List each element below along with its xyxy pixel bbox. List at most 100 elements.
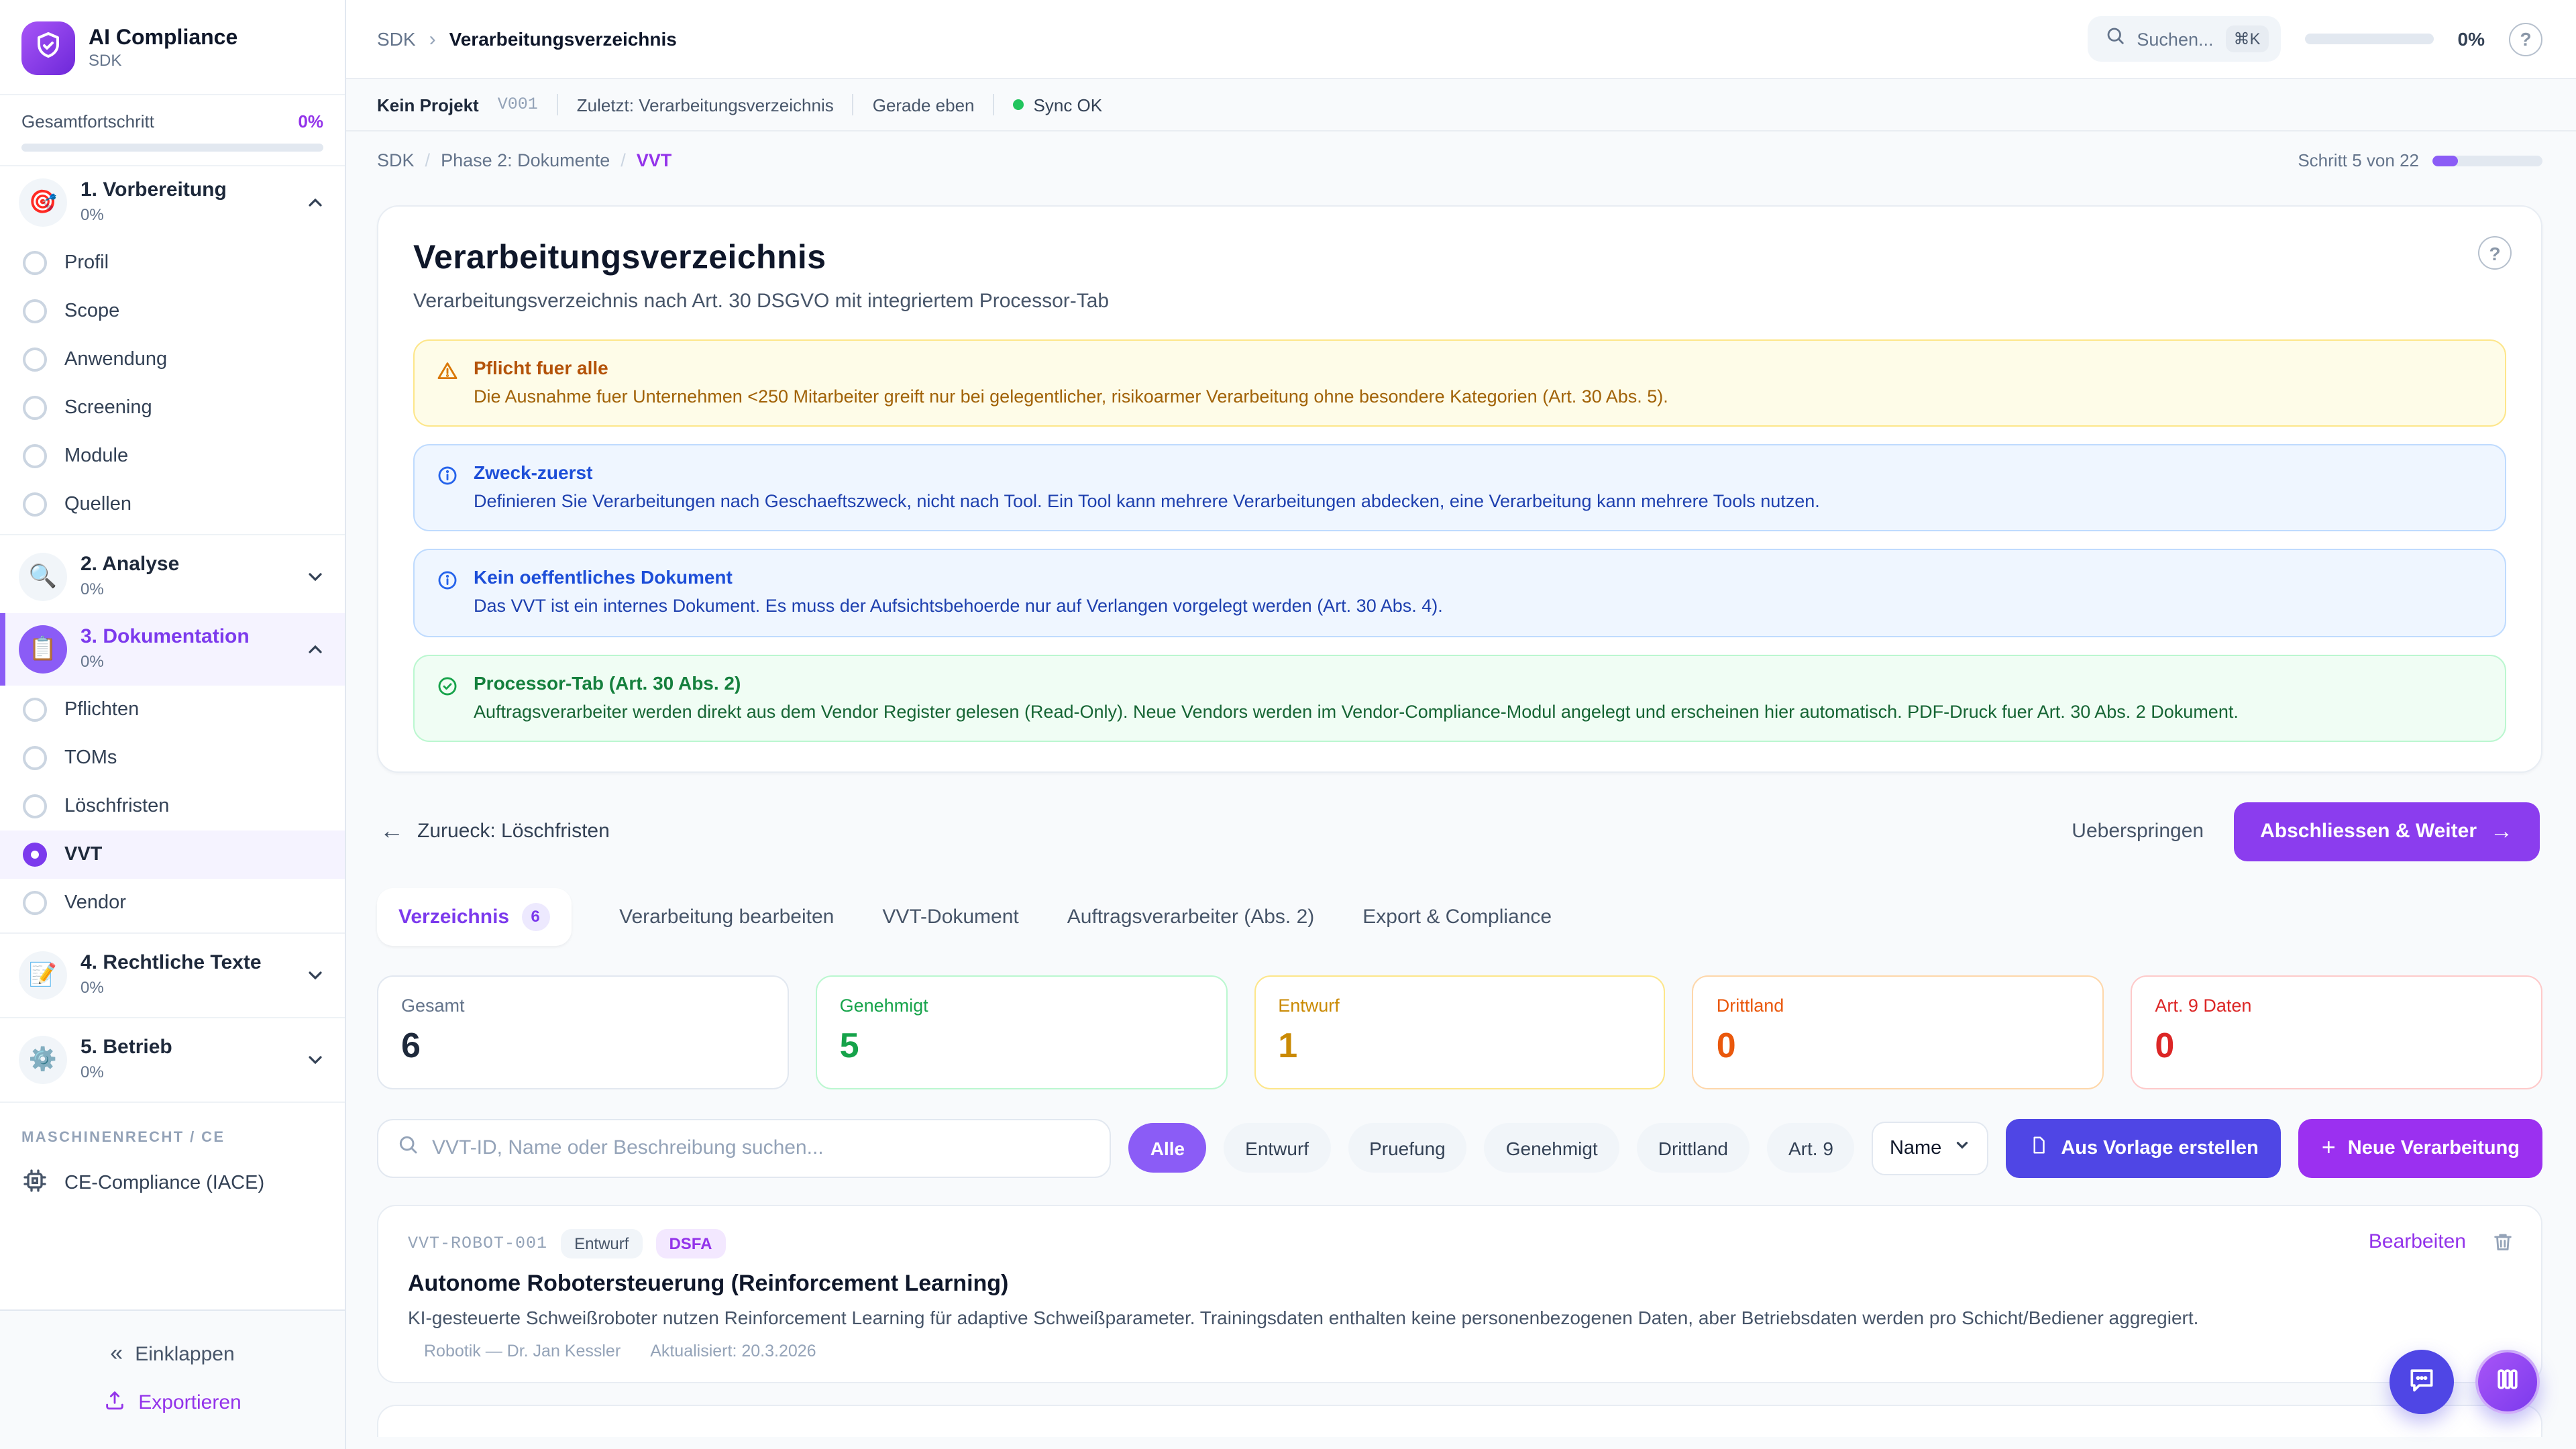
- create-from-template-button[interactable]: Aus Vorlage erstellen: [2006, 1119, 2281, 1178]
- help-icon[interactable]: ?: [2509, 22, 2542, 56]
- breadcrumb: SDK › Verarbeitungsverzeichnis: [377, 28, 677, 50]
- stat-card-genehmigt: Genehmigt 5: [816, 975, 1228, 1089]
- section-title: 5. Betrieb: [80, 1036, 172, 1060]
- sidebar-item-scope[interactable]: Scope: [0, 287, 345, 335]
- sidebar-item-pflichten[interactable]: Pflichten: [0, 686, 345, 734]
- sidebar-item-toms[interactable]: TOMs: [0, 734, 345, 782]
- board-view-fab-button[interactable]: [2475, 1350, 2540, 1414]
- sidebar: AI Compliance SDK Gesamtfortschritt 0% 🎯…: [0, 0, 346, 1449]
- alert-success: Processor-Tab (Art. 30 Abs. 2) Auftragsv…: [413, 654, 2506, 741]
- tab-export-compliance[interactable]: Export & Compliance: [1362, 890, 1552, 945]
- finish-next-button[interactable]: Abschliessen & Weiter →: [2233, 802, 2540, 861]
- upload-icon: [103, 1389, 126, 1417]
- sidebar-item-vvt[interactable]: VVT: [0, 830, 345, 879]
- collapse-icon: «: [110, 1340, 123, 1367]
- overall-progress-value: 0%: [298, 111, 323, 131]
- page-title: Verarbeitungsverzeichnis: [413, 239, 2506, 278]
- chevron-down-icon: [305, 965, 326, 986]
- step-counter: Schritt 5 von 22: [2298, 150, 2419, 170]
- sidebar-item-anwendung[interactable]: Anwendung: [0, 335, 345, 384]
- page-crumb-sdk[interactable]: SDK: [377, 150, 415, 170]
- sidebar-item-module[interactable]: Module: [0, 432, 345, 480]
- sidebar-item-quellen[interactable]: Quellen: [0, 480, 345, 529]
- tab-verzeichnis[interactable]: Verzeichnis 6: [377, 888, 571, 946]
- sidebar-section-rechtliche-texte[interactable]: 📝 4. Rechtliche Texte 0%: [0, 939, 345, 1012]
- sidebar-item-ce-compliance[interactable]: CE-Compliance (IACE): [0, 1154, 345, 1213]
- export-button[interactable]: Exportieren: [0, 1378, 345, 1428]
- edit-entry-button[interactable]: Bearbeiten: [2369, 1230, 2466, 1253]
- topbar-progress-bar: [2305, 34, 2434, 44]
- sync-status-dot: [1014, 99, 1024, 110]
- alert-title: Kein oeffentliches Dokument: [474, 567, 1443, 588]
- back-button[interactable]: ← Zurueck: Löschfristen: [380, 818, 610, 846]
- shield-check-icon: [32, 29, 64, 68]
- filter-chip-pruefung[interactable]: Pruefung: [1348, 1124, 1467, 1173]
- sidebar-item-label: Module: [64, 445, 128, 467]
- search-icon: [397, 1134, 419, 1163]
- tab-label: Verzeichnis: [398, 906, 509, 928]
- entry-status-badge: Entwurf: [561, 1229, 642, 1258]
- time-label: Gerade eben: [873, 95, 975, 115]
- stat-card-gesamt: Gesamt 6: [377, 975, 789, 1089]
- skip-button[interactable]: Ueberspringen: [2072, 820, 2204, 843]
- magnifier-icon: 🔍: [19, 553, 67, 601]
- sidebar-section-dokumentation[interactable]: 📋 3. Dokumentation 0%: [0, 613, 345, 686]
- chat-fab-button[interactable]: [2390, 1350, 2454, 1414]
- next-entry-card-partial: [377, 1405, 2542, 1437]
- tab-auftragsverarbeiter[interactable]: Auftragsverarbeiter (Abs. 2): [1067, 890, 1315, 945]
- divider: [0, 1102, 345, 1103]
- sidebar-item-label: Scope: [64, 301, 119, 322]
- memo-icon: 📝: [19, 951, 67, 1000]
- sidebar-item-vendor[interactable]: Vendor: [0, 879, 345, 927]
- overall-progress: Gesamtfortschritt 0%: [0, 95, 345, 166]
- sidebar-item-label: Quellen: [64, 494, 131, 515]
- overall-progress-label: Gesamtfortschritt: [21, 111, 154, 131]
- alert-warning: Pflicht fuer alle Die Ausnahme fuer Unte…: [413, 339, 2506, 427]
- sidebar-header: AI Compliance SDK: [0, 0, 345, 95]
- tab-verarbeitung-bearbeiten[interactable]: Verarbeitung bearbeiten: [619, 890, 834, 945]
- page-crumb-phase[interactable]: Phase 2: Dokumente: [441, 150, 610, 170]
- tab-vvt-dokument[interactable]: VVT-Dokument: [882, 890, 1018, 945]
- section-title: 4. Rechtliche Texte: [80, 951, 262, 975]
- sidebar-item-loeschfristen[interactable]: Löschfristen: [0, 782, 345, 830]
- help-icon[interactable]: ?: [2478, 236, 2512, 270]
- divider: [0, 1017, 345, 1018]
- back-label: Zurueck: Löschfristen: [417, 820, 610, 843]
- entry-title: Autonome Robotersteuerung (Reinforcement…: [408, 1271, 2512, 1297]
- stat-label: Gesamt: [401, 996, 765, 1016]
- trash-icon[interactable]: [2491, 1230, 2514, 1260]
- chevron-right-icon: ›: [429, 28, 436, 50]
- alert-body: Auftragsverarbeiter werden direkt aus de…: [474, 700, 2239, 724]
- filter-chip-genehmigt[interactable]: Genehmigt: [1485, 1124, 1619, 1173]
- radio-icon: [23, 794, 47, 818]
- filter-chip-entwurf[interactable]: Entwurf: [1224, 1124, 1330, 1173]
- stat-card-drittland: Drittland 0: [1693, 975, 2104, 1089]
- stat-value: 0: [2155, 1025, 2518, 1067]
- breadcrumb-app[interactable]: SDK: [377, 28, 416, 50]
- global-search-button[interactable]: Suchen... ⌘K: [2087, 16, 2280, 62]
- sidebar-item-screening[interactable]: Screening: [0, 384, 345, 432]
- app-window: AI Compliance SDK Gesamtfortschritt 0% 🎯…: [0, 0, 2576, 1449]
- filter-chip-art9[interactable]: Art. 9: [1767, 1124, 1855, 1173]
- sidebar-section-betrieb[interactable]: ⚙️ 5. Betrieb 0%: [0, 1024, 345, 1096]
- stat-label: Art. 9 Daten: [2155, 996, 2518, 1016]
- document-icon: [2029, 1136, 2049, 1161]
- sidebar-section-analyse[interactable]: 🔍 2. Analyse 0%: [0, 541, 345, 613]
- stat-card-entwurf: Entwurf 1: [1254, 975, 1666, 1089]
- sidebar-group-label: MASCHINENRECHT / CE: [0, 1108, 345, 1154]
- sort-select[interactable]: Name: [1872, 1122, 1988, 1175]
- collapse-sidebar-button[interactable]: « Einklappen: [0, 1330, 345, 1378]
- alert-body: Das VVT ist ein internes Dokument. Es mu…: [474, 595, 1443, 619]
- app-logo: [21, 21, 75, 75]
- stage: AI Compliance SDK Gesamtfortschritt 0% 🎯…: [0, 0, 2576, 1449]
- sidebar-item-profil[interactable]: Profil: [0, 239, 345, 287]
- chevron-up-icon: [305, 639, 326, 660]
- sidebar-item-label: TOMs: [64, 747, 117, 769]
- filter-chip-drittland[interactable]: Drittland: [1637, 1124, 1750, 1173]
- filter-chip-alle[interactable]: Alle: [1129, 1124, 1206, 1173]
- page-breadcrumb: SDK / Phase 2: Dokumente / VVT Schritt 5…: [377, 150, 2542, 170]
- radio-icon: [23, 746, 47, 770]
- sidebar-section-vorbereitung[interactable]: 🎯 1. Vorbereitung 0%: [0, 166, 345, 239]
- entry-search-input[interactable]: [432, 1137, 1091, 1160]
- new-processing-button[interactable]: + Neue Verarbeitung: [2299, 1119, 2542, 1178]
